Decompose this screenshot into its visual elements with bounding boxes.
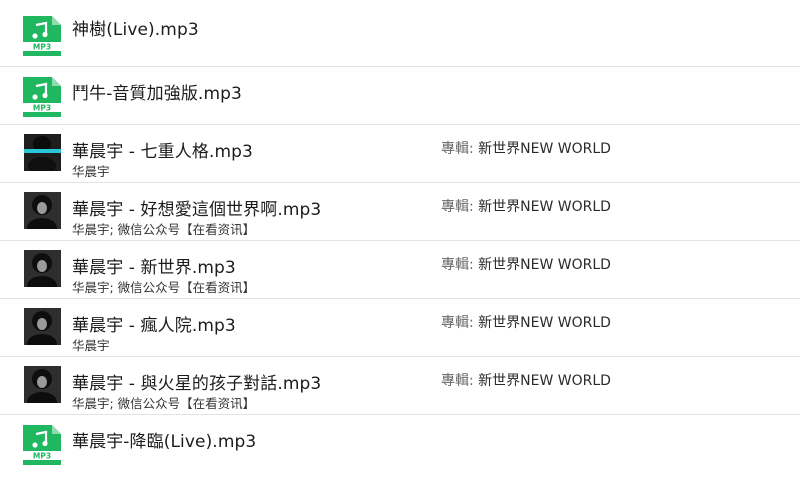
album-info: 專輯: 新世界NEW WORLD (441, 196, 611, 216)
file-row[interactable]: 華晨宇 - 七重人格.mp3 华晨宇 專輯: 新世界NEW WORLD (0, 125, 800, 183)
file-title: 華晨宇 - 七重人格.mp3 (72, 142, 253, 162)
svg-text:MP3: MP3 (33, 43, 51, 52)
album-name: 新世界NEW WORLD (478, 199, 611, 215)
file-title: 鬥牛-音質加強版.mp3 (72, 84, 242, 104)
album-label: 專輯: (441, 141, 474, 157)
album-name: 新世界NEW WORLD (478, 257, 611, 273)
album-label: 專輯: (441, 315, 474, 331)
file-row[interactable]: MP3 神樹(Live).mp3 (0, 0, 800, 67)
file-title: 華晨宇 - 瘋人院.mp3 (72, 316, 236, 336)
artist-name: 华晨宇 (72, 338, 110, 353)
album-cover (24, 192, 61, 229)
artist-name: 华晨宇; 微信公众号【在看资讯】 (72, 280, 256, 295)
file-row[interactable]: 華晨宇 - 瘋人院.mp3 华晨宇 專輯: 新世界NEW WORLD (0, 299, 800, 357)
artist-name: 华晨宇; 微信公众号【在看资讯】 (72, 396, 256, 411)
album-label: 專輯: (441, 199, 474, 215)
album-label: 專輯: (441, 373, 474, 389)
file-list: MP3 神樹(Live).mp3 MP3 鬥牛-音質加強版.mp3 華晨宇 - … (0, 0, 800, 473)
file-row[interactable]: 華晨宇 - 新世界.mp3 华晨宇; 微信公众号【在看资讯】 專輯: 新世界NE… (0, 241, 800, 299)
file-title: 華晨宇 - 新世界.mp3 (72, 258, 236, 278)
album-name: 新世界NEW WORLD (478, 315, 611, 331)
album-cover (24, 250, 61, 287)
mp3-file-icon: MP3 (23, 77, 61, 117)
album-info: 專輯: 新世界NEW WORLD (441, 370, 611, 390)
file-row[interactable]: MP3 鬥牛-音質加強版.mp3 (0, 67, 800, 125)
album-label: 專輯: (441, 257, 474, 273)
artist-name: 华晨宇; 微信公众号【在看资讯】 (72, 222, 256, 237)
album-name: 新世界NEW WORLD (478, 373, 611, 389)
album-info: 專輯: 新世界NEW WORLD (441, 138, 611, 158)
album-cover (24, 366, 61, 403)
file-row[interactable]: 華晨宇 - 好想愛這個世界啊.mp3 华晨宇; 微信公众号【在看资讯】 專輯: … (0, 183, 800, 241)
file-title: 神樹(Live).mp3 (72, 20, 199, 40)
file-title: 華晨宇-降臨(Live).mp3 (72, 432, 257, 452)
file-title: 華晨宇 - 好想愛這個世界啊.mp3 (72, 200, 322, 220)
svg-text:MP3: MP3 (33, 104, 51, 113)
album-cover (24, 134, 61, 171)
album-name: 新世界NEW WORLD (478, 141, 611, 157)
svg-text:MP3: MP3 (33, 452, 51, 461)
mp3-file-icon: MP3 (23, 425, 61, 465)
file-row[interactable]: MP3 華晨宇-降臨(Live).mp3 (0, 415, 800, 473)
file-title: 華晨宇 - 與火星的孩子對話.mp3 (72, 374, 322, 394)
file-row[interactable]: 華晨宇 - 與火星的孩子對話.mp3 华晨宇; 微信公众号【在看资讯】 專輯: … (0, 357, 800, 415)
album-cover (24, 308, 61, 345)
album-info: 專輯: 新世界NEW WORLD (441, 254, 611, 274)
album-info: 專輯: 新世界NEW WORLD (441, 312, 611, 332)
artist-name: 华晨宇 (72, 164, 110, 179)
mp3-file-icon: MP3 (23, 16, 61, 56)
